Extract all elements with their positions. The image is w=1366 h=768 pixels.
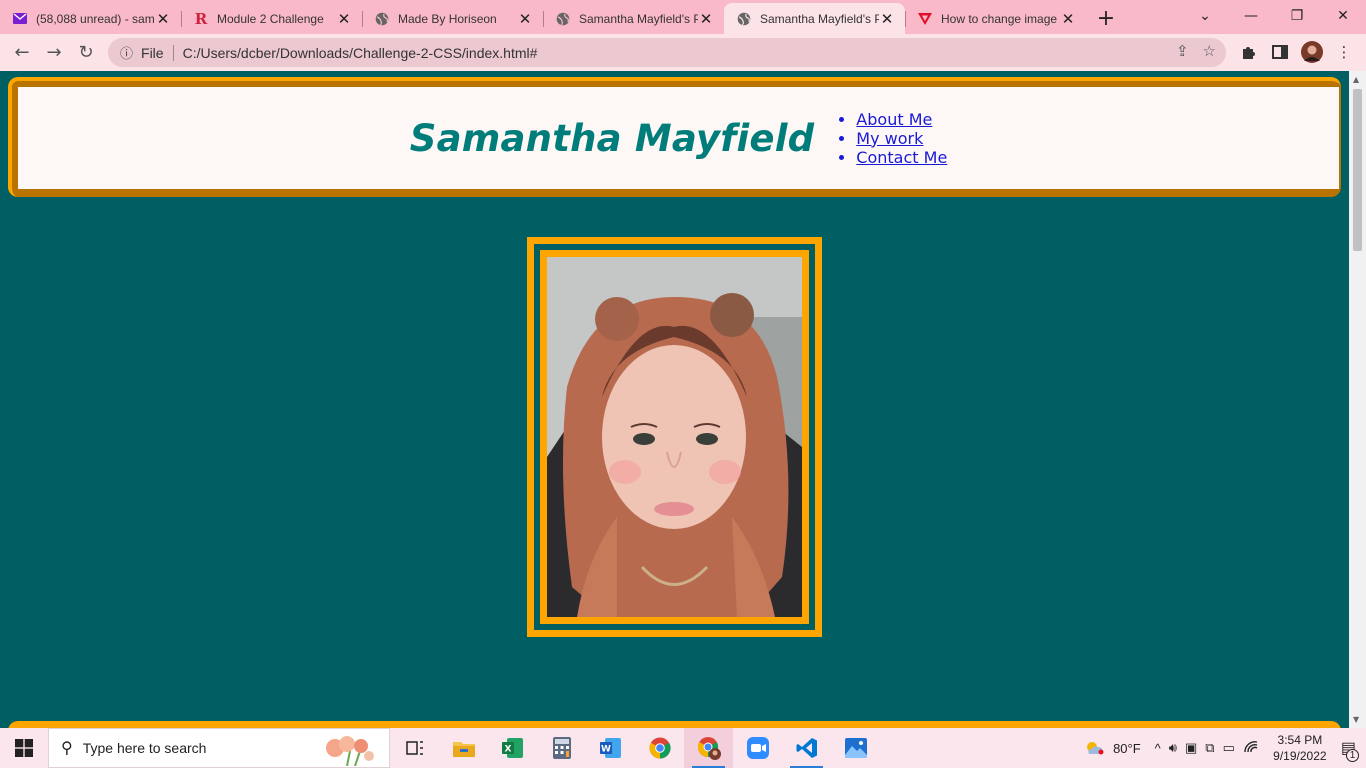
nav-link-about-me[interactable]: About Me bbox=[856, 110, 932, 129]
tab-label: Samantha Mayfield's P bbox=[579, 11, 698, 26]
nav-link-contact-me[interactable]: Contact Me bbox=[856, 148, 947, 167]
clock-date: 9/19/2022 bbox=[1273, 749, 1327, 763]
system-tray: 80°F ^ 🔊︎ ▣ ⧉ ▭ 3:54 PM 9/19/2022 ▤ 1 bbox=[1079, 728, 1366, 768]
divider bbox=[172, 44, 174, 61]
r-logo-icon: R bbox=[194, 9, 208, 28]
battery-icon[interactable]: ▭ bbox=[1223, 740, 1235, 756]
tab-gmail[interactable]: (58,088 unread) - sam ✕ bbox=[0, 3, 181, 34]
search-placeholder: Type here to search bbox=[82, 740, 207, 756]
tab-label: (58,088 unread) - sam bbox=[36, 11, 155, 26]
tab-portfolio-active[interactable]: Samantha Mayfield's P ✕ bbox=[724, 3, 905, 34]
display-icon[interactable]: ⧉ bbox=[1205, 740, 1214, 756]
page-viewport: Samantha Mayfield About Me My work Conta… bbox=[0, 71, 1349, 728]
triangle-logo-icon bbox=[917, 11, 933, 27]
tab-label: Module 2 Challenge bbox=[217, 11, 324, 26]
tab-search-chevron-icon[interactable]: ⌄ bbox=[1182, 0, 1228, 31]
tab-strip: (58,088 unread) - sam ✕ R Module 2 Chall… bbox=[0, 0, 1366, 34]
speaker-icon[interactable]: 🔊︎ bbox=[1169, 740, 1177, 756]
close-icon[interactable]: ✕ bbox=[879, 10, 895, 28]
reload-button[interactable]: ↻ bbox=[70, 37, 102, 69]
share-icon[interactable]: ⇪ bbox=[1176, 42, 1189, 60]
profile-photo bbox=[547, 257, 802, 617]
tab-label: How to change image bbox=[941, 11, 1058, 26]
mail-icon bbox=[12, 11, 28, 27]
excel-icon[interactable]: X bbox=[488, 728, 537, 768]
nav-link-my-work[interactable]: My work bbox=[856, 129, 923, 148]
header-panel: Samantha Mayfield About Me My work Conta… bbox=[18, 87, 1339, 189]
calculator-icon[interactable] bbox=[537, 728, 586, 768]
photo-frame-ring bbox=[534, 244, 815, 630]
zoom-icon[interactable] bbox=[733, 728, 782, 768]
tab-label: Made By Horiseon bbox=[398, 11, 497, 26]
site-title: Samantha Mayfield bbox=[409, 116, 815, 160]
chrome-profile-icon[interactable] bbox=[684, 728, 733, 768]
clock-time: 3:54 PM bbox=[1277, 733, 1323, 747]
extensions-icon[interactable] bbox=[1236, 40, 1260, 64]
globe-icon bbox=[374, 11, 390, 27]
tab-module-2[interactable]: R Module 2 Challenge ✕ bbox=[181, 3, 362, 34]
globe-icon bbox=[555, 11, 571, 27]
url-text[interactable]: C:/Users/dcber/Downloads/Challenge-2-CSS… bbox=[183, 45, 538, 61]
notification-count-badge: 1 bbox=[1346, 749, 1359, 762]
new-tab-button[interactable]: + bbox=[1086, 3, 1126, 34]
profile-photo-frame bbox=[527, 237, 822, 637]
page-scrollbar[interactable]: ▲ ▼ bbox=[1349, 71, 1366, 728]
close-window-button[interactable]: ✕ bbox=[1320, 0, 1366, 31]
nav-item-about: About Me bbox=[856, 110, 947, 129]
site-footer bbox=[8, 721, 1341, 728]
info-icon[interactable]: ⓘ bbox=[120, 43, 133, 62]
scroll-down-arrow-icon[interactable]: ▼ bbox=[1353, 715, 1359, 724]
task-view-icon[interactable] bbox=[390, 728, 439, 768]
menu-kebab-icon[interactable]: ⋮ bbox=[1332, 40, 1356, 64]
taskbar-search-box[interactable]: ⚲ Type here to search bbox=[48, 728, 390, 768]
photos-icon[interactable] bbox=[831, 728, 880, 768]
start-button[interactable] bbox=[0, 728, 48, 768]
meet-now-icon[interactable]: ▣ bbox=[1185, 740, 1197, 756]
tab-horiseon[interactable]: Made By Horiseon ✕ bbox=[362, 3, 543, 34]
close-icon[interactable]: ✕ bbox=[336, 10, 352, 28]
svg-text:X: X bbox=[504, 745, 511, 755]
show-hidden-icons-chevron-icon[interactable]: ^ bbox=[1155, 741, 1161, 756]
chrome-icon[interactable] bbox=[635, 728, 684, 768]
profile-avatar[interactable] bbox=[1300, 40, 1324, 64]
tab-label: Samantha Mayfield's P bbox=[760, 11, 879, 26]
notification-center-icon[interactable]: ▤ 1 bbox=[1341, 738, 1359, 762]
site-header: Samantha Mayfield About Me My work Conta… bbox=[8, 77, 1341, 197]
windows-taskbar: ⚲ Type here to search X W 80°F ^ 🔊︎ ▣ ⧉ … bbox=[0, 728, 1366, 768]
file-explorer-icon[interactable] bbox=[439, 728, 488, 768]
forward-button[interactable]: → bbox=[38, 37, 70, 69]
minimize-button[interactable]: — bbox=[1228, 0, 1274, 31]
restore-button[interactable]: ❐ bbox=[1274, 0, 1320, 31]
nav-item-work: My work bbox=[856, 129, 947, 148]
search-icon: ⚲ bbox=[61, 740, 73, 757]
word-icon[interactable]: W bbox=[586, 728, 635, 768]
weather-icon[interactable] bbox=[1083, 738, 1105, 759]
side-panel-icon[interactable] bbox=[1268, 40, 1292, 64]
tab-change-image[interactable]: How to change image ✕ bbox=[905, 3, 1086, 34]
nav-item-contact: Contact Me bbox=[856, 148, 947, 167]
weather-temperature[interactable]: 80°F bbox=[1113, 741, 1141, 756]
browser-toolbar: ← → ↻ ⓘ File C:/Users/dcber/Downloads/Ch… bbox=[0, 34, 1366, 71]
address-bar[interactable]: ⓘ File C:/Users/dcber/Downloads/Challeng… bbox=[108, 38, 1226, 67]
flowers-illustration-icon bbox=[326, 736, 374, 766]
scheme-label: File bbox=[141, 44, 164, 61]
scrollbar-thumb[interactable] bbox=[1353, 89, 1362, 251]
photo-frame-mat bbox=[540, 250, 809, 624]
svg-text:W: W bbox=[601, 745, 611, 755]
taskbar-clock[interactable]: 3:54 PM 9/19/2022 bbox=[1263, 732, 1337, 764]
bookmark-star-icon[interactable]: ☆ bbox=[1203, 42, 1216, 60]
close-icon[interactable]: ✕ bbox=[1060, 10, 1076, 28]
close-icon[interactable]: ✕ bbox=[698, 10, 714, 28]
close-icon[interactable]: ✕ bbox=[155, 10, 171, 28]
windows-logo-icon bbox=[15, 739, 33, 757]
wifi-icon[interactable] bbox=[1243, 740, 1259, 757]
tab-portfolio-1[interactable]: Samantha Mayfield's P ✕ bbox=[543, 3, 724, 34]
site-nav: About Me My work Contact Me bbox=[836, 110, 947, 167]
close-icon[interactable]: ✕ bbox=[517, 10, 533, 28]
back-button[interactable]: ← bbox=[6, 37, 38, 69]
scroll-up-arrow-icon[interactable]: ▲ bbox=[1353, 75, 1359, 84]
vscode-icon[interactable] bbox=[782, 728, 831, 768]
globe-icon bbox=[736, 11, 752, 27]
